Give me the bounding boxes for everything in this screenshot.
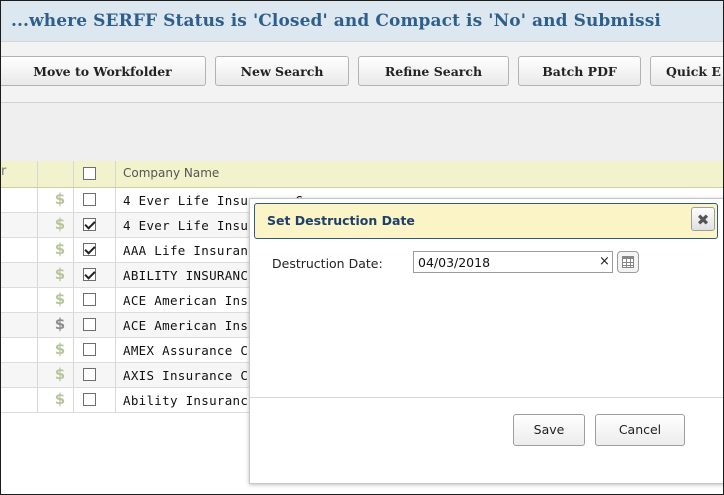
set-destruction-date-dialog: Set Destruction Date ✖ Destruction Date:…: [249, 198, 723, 484]
app-window: ...where SERFF Status is 'Closed' and Co…: [0, 0, 724, 495]
row-select-checkbox[interactable]: [83, 268, 96, 281]
dialog-header: Set Destruction Date ✖: [254, 203, 718, 239]
refine-search-button[interactable]: Refine Search: [358, 56, 509, 86]
dollar-icon[interactable]: $: [51, 315, 69, 333]
row-select-checkbox[interactable]: [83, 218, 96, 231]
row-select-checkbox[interactable]: [83, 368, 96, 381]
move-to-workfolder-button[interactable]: Move to Workfolder: [1, 56, 206, 86]
save-button[interactable]: Save: [513, 414, 585, 446]
row-select-checkbox[interactable]: [83, 393, 96, 406]
dollar-icon[interactable]: $: [51, 190, 69, 208]
toolbar: Move to Workfolder New Search Refine Sea…: [1, 41, 723, 102]
dollar-icon[interactable]: $: [51, 215, 69, 233]
new-search-button[interactable]: New Search: [215, 56, 349, 86]
dialog-title: Set Destruction Date: [267, 213, 415, 228]
destruction-date-input[interactable]: [413, 251, 613, 273]
dollar-icon[interactable]: $: [51, 265, 69, 283]
column-header-company-name[interactable]: Company Name: [123, 166, 219, 180]
dollar-icon[interactable]: $: [51, 290, 69, 308]
sort-column-header[interactable]: r: [1, 164, 6, 179]
table-header-row: r Company Name: [1, 161, 723, 188]
destruction-date-label: Destruction Date:: [272, 256, 383, 271]
dollar-icon[interactable]: $: [51, 365, 69, 383]
dollar-icon[interactable]: $: [51, 240, 69, 258]
row-select-checkbox[interactable]: [83, 343, 96, 356]
batch-pdf-button[interactable]: Batch PDF: [518, 56, 641, 86]
dollar-icon[interactable]: $: [51, 340, 69, 358]
filter-strip: [1, 102, 723, 162]
search-title-bar: ...where SERFF Status is 'Closed' and Co…: [1, 1, 723, 41]
select-all-checkbox[interactable]: [83, 167, 96, 180]
dialog-footer-divider: [250, 397, 723, 398]
close-icon[interactable]: ✖: [691, 207, 715, 231]
quick-export-button[interactable]: Quick E: [650, 56, 723, 86]
row-select-checkbox[interactable]: [83, 293, 96, 306]
row-select-checkbox[interactable]: [83, 318, 96, 331]
clear-date-icon[interactable]: ×: [599, 254, 610, 269]
dollar-icon[interactable]: $: [51, 390, 69, 408]
row-select-checkbox[interactable]: [83, 193, 96, 206]
search-criteria-title: ...where SERFF Status is 'Closed' and Co…: [11, 11, 661, 31]
calendar-icon[interactable]: [617, 251, 639, 273]
row-select-checkbox[interactable]: [83, 243, 96, 256]
cancel-button[interactable]: Cancel: [595, 414, 685, 446]
